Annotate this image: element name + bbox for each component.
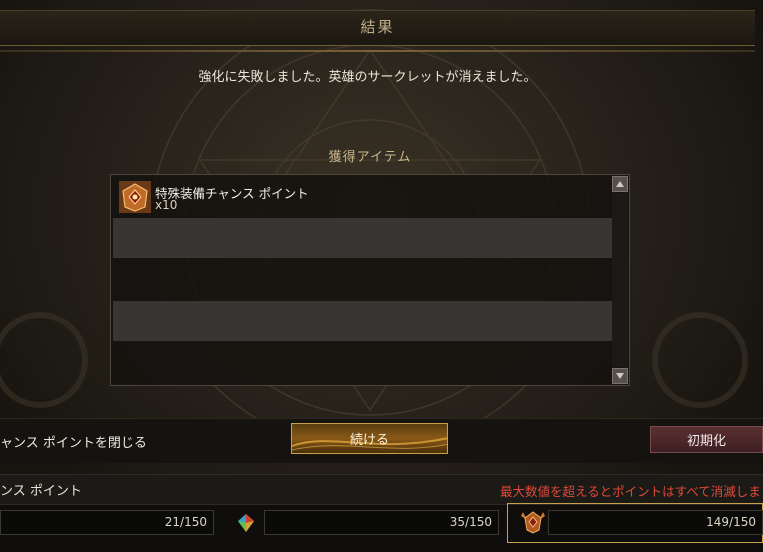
acquired-items-list[interactable]: 特殊装備チャンス ポイント x10 xyxy=(110,174,630,386)
empty-slot xyxy=(113,218,613,258)
arrow-up-icon xyxy=(616,181,624,187)
reset-button[interactable]: 初期化 xyxy=(650,426,763,453)
item-quantity: x10 xyxy=(155,198,178,212)
list-item[interactable]: 特殊装備チャンス ポイント x10 xyxy=(113,177,613,217)
scroll-down-button[interactable] xyxy=(612,368,628,384)
point-field-2: 35/150 xyxy=(264,510,499,535)
badge-icon xyxy=(521,511,545,534)
title-divider xyxy=(0,50,755,52)
scroll-up-button[interactable] xyxy=(612,176,628,192)
continue-button[interactable]: 続ける xyxy=(291,423,448,454)
close-chance-points-link[interactable]: ャンス ポイントを閉じる xyxy=(0,432,147,451)
point-field-3: 149/150 xyxy=(548,510,763,535)
item-name: 特殊装備チャンス ポイント xyxy=(155,186,309,201)
result-message: 強化に失敗しました。英雄のサークレットが消えました。 xyxy=(198,70,537,85)
arrow-down-icon xyxy=(616,373,624,379)
empty-slot xyxy=(113,301,613,341)
gem-icon xyxy=(238,514,254,532)
scrollbar-track[interactable] xyxy=(612,193,628,367)
points-label: ンス ポイント xyxy=(0,484,82,499)
continue-button-label: 続ける xyxy=(349,433,389,448)
equipment-chance-badge-icon xyxy=(119,181,151,213)
acquired-items-header: 獲得アイテム xyxy=(328,150,412,165)
overflow-warning: 最大数値を超えるとポイントはすべて消滅しま xyxy=(500,484,761,499)
point-field-1: 21/150 xyxy=(0,510,214,535)
dialog-title: 結果 xyxy=(360,18,395,36)
